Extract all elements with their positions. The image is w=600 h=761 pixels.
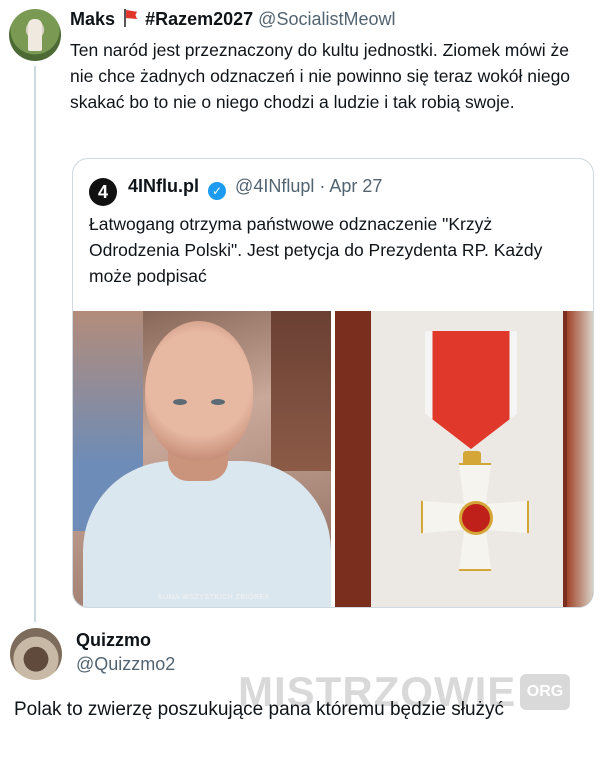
thread-line — [34, 66, 36, 622]
quoted-tweet-header: 4 4INflu.pl ✓ @4INflupl · Apr 27 — [89, 176, 382, 206]
cat-avatar-icon — [28, 19, 42, 51]
separator-dot: · — [319, 176, 326, 196]
quoted-tweet[interactable]: 4 4INflu.pl ✓ @4INflupl · Apr 27 Łatwoga… — [72, 158, 594, 608]
tweet: Maks #Razem2027 @SocialistMeowl Ten naró… — [0, 0, 600, 622]
reply-text: Polak to zwierzę poszukujące pana którem… — [14, 699, 505, 720]
avatar[interactable] — [10, 628, 62, 680]
user-handle[interactable]: @SocialistMeowl — [258, 9, 395, 29]
photo-medal-cross[interactable] — [335, 311, 593, 607]
reply-tweet: Quizzmo @Quizzmo2 MISTRZOWIE ORG Polak t… — [0, 620, 600, 761]
tweet-header: Maks #Razem2027 @SocialistMeowl — [70, 9, 395, 30]
quoted-handle[interactable]: @4INflupl — [235, 176, 314, 196]
media-grid: SUMA WSZYSTKICH ZBIÓREK — [73, 311, 593, 607]
red-flag-icon — [122, 9, 138, 27]
quoted-display-name[interactable]: 4INflu.pl — [128, 176, 199, 196]
medal-eagle-emblem — [459, 501, 493, 535]
avatar[interactable] — [9, 9, 61, 61]
post-date[interactable]: Apr 27 — [329, 176, 382, 196]
quoted-tweet-text: Łatwogang otrzyma państwowe odznaczenie … — [89, 214, 543, 286]
photo-man-portrait[interactable]: SUMA WSZYSTKICH ZBIÓREK — [73, 311, 331, 607]
4influ-logo-icon[interactable]: 4 — [89, 178, 117, 206]
display-name[interactable]: Maks — [70, 9, 115, 29]
image-caption: SUMA WSZYSTKICH ZBIÓREK — [158, 594, 270, 601]
verified-badge-icon: ✓ — [208, 182, 227, 200]
medal-crown — [463, 451, 481, 465]
user-handle[interactable]: @Quizzmo2 — [76, 654, 175, 675]
display-name-tag[interactable]: #Razem2027 — [145, 9, 253, 29]
display-name[interactable]: Quizzmo — [76, 630, 151, 651]
tweet-text: Ten naród jest przeznaczony do kultu jed… — [70, 40, 571, 112]
